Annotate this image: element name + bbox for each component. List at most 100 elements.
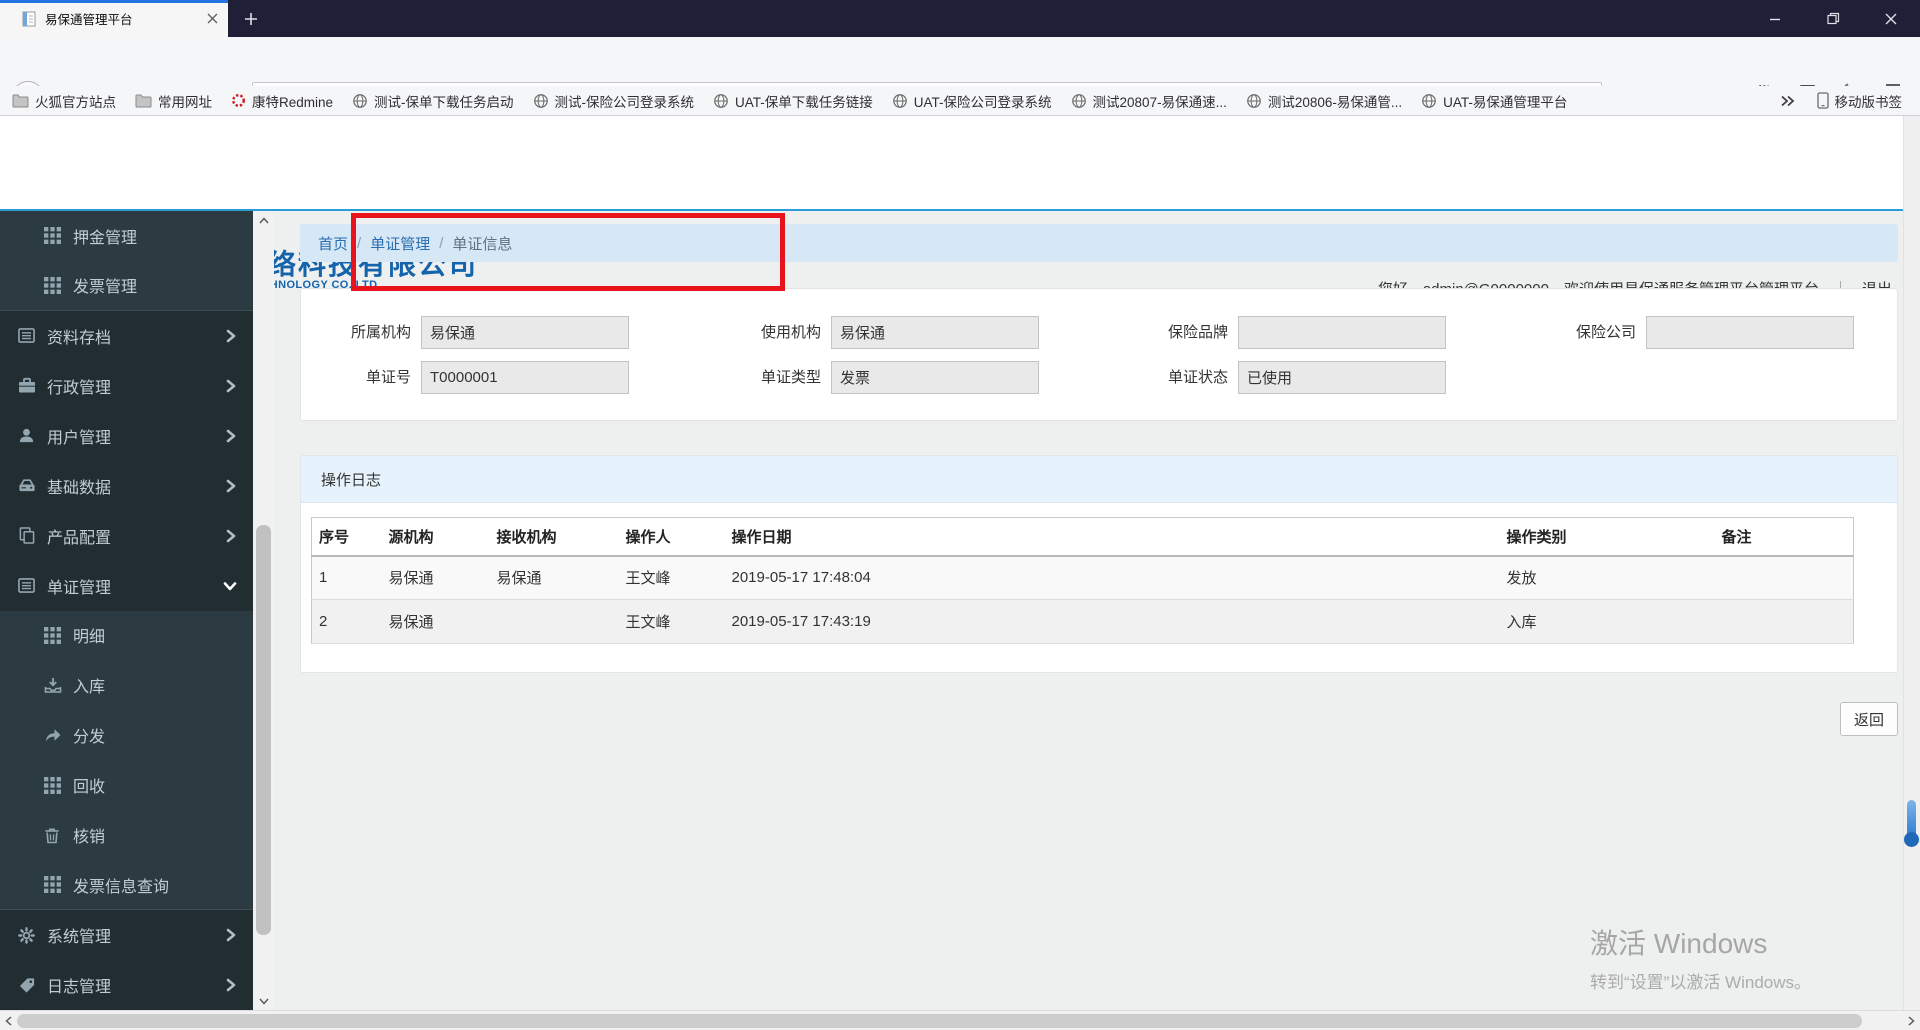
sidebar-item[interactable]: 核销 (0, 810, 253, 861)
sidebar-item[interactable]: 发票信息查询 (0, 860, 253, 911)
table-cell (489, 599, 619, 644)
sidebar-item-label: 系统管理 (47, 929, 112, 947)
table-header-cell: 操作日期 (724, 517, 1500, 557)
sidebar-item[interactable]: 资料存档 (0, 311, 253, 361)
scroll-left-icon[interactable] (0, 1011, 17, 1030)
field-label: 使用机构 (760, 324, 821, 341)
bookmark-mobile-bookmarks[interactable]: 移动版书签 (1816, 91, 1902, 111)
field-input[interactable] (1646, 316, 1854, 349)
bookmark-item[interactable]: UAT-保单下载任务链接 (713, 91, 873, 111)
chevron-right-icon (225, 479, 237, 493)
page-horizontal-scrollbar[interactable] (0, 1010, 1920, 1030)
tab-close-icon[interactable] (207, 13, 218, 24)
bookmark-item[interactable]: 测试-保险公司登录系统 (533, 91, 694, 111)
sidebar-item[interactable]: 明细 (0, 610, 253, 661)
browser-tab[interactable]: 易保通管理平台 (0, 0, 228, 37)
sidebar-item[interactable]: 单证管理 (0, 561, 253, 611)
windows-activation-watermark: 激活 Windows 转到“设置”以激活 Windows。 (1590, 922, 1811, 993)
grid-icon (44, 626, 64, 644)
table-row: 2 易保通 王文峰 2019-05-17 17:43:19 入库 (311, 599, 1854, 644)
window-controls (1746, 0, 1920, 37)
sidebar-item-label: 产品配置 (47, 529, 112, 547)
new-tab-button[interactable] (238, 6, 264, 32)
sidebar-item-label: 单证管理 (47, 579, 112, 597)
chevron-right-icon (225, 978, 237, 992)
bookmark-item[interactable]: 测试-保单下载任务启动 (352, 91, 514, 111)
table-cell: 易保通 (489, 555, 619, 600)
sidebar-item-label: 分发 (73, 729, 106, 747)
sidebar-item[interactable]: 押金管理 (0, 211, 253, 261)
database-icon (18, 477, 38, 494)
bookmark-item[interactable]: UAT-保险公司登录系统 (892, 91, 1052, 111)
table-cell (1714, 599, 1854, 644)
bookmark-item[interactable]: 测试20806-易保通管... (1246, 91, 1402, 111)
field-input[interactable] (421, 316, 629, 349)
form-row: 所属机构 使用机构 保险品牌 保险公司 (301, 316, 1897, 349)
grid-icon (44, 776, 64, 794)
table-cell: 王文峰 (618, 555, 725, 600)
operation-log-table: 序号 源机构 接收机构 操作人 操作日期 操作类别 备注 1 易保通 易保通 王文峰 2019-05-… (311, 517, 1854, 644)
sidebar-scrollbar-thumb[interactable] (256, 525, 271, 935)
sidebar-item[interactable]: 回收 (0, 760, 253, 811)
sidebar-item-label: 核销 (73, 829, 106, 847)
table-cell (1714, 555, 1854, 600)
chevron-right-icon (225, 379, 237, 393)
grid-icon (44, 227, 64, 245)
browser-toolbar: proxy1.countnet.cn:20807/Login/Main (0, 37, 1920, 115)
chevron-right-icon (225, 329, 237, 343)
sidebar-scrollbar[interactable] (253, 211, 274, 1010)
sidebar-item[interactable]: 行政管理 (0, 361, 253, 411)
sidebar-item[interactable]: 分发 (0, 710, 253, 761)
bookmark-item[interactable]: 火狐官方站点 (12, 91, 116, 111)
breadcrumb-link[interactable]: 单证管理 (370, 233, 430, 254)
sidebar-item-label: 入库 (73, 679, 106, 697)
back-to-list-button[interactable]: 返回 (1840, 702, 1898, 736)
table-cell: 发放 (1499, 555, 1715, 600)
scroll-right-icon[interactable] (1903, 1011, 1920, 1030)
table-row: 1 易保通 易保通 王文峰 2019-05-17 17:48:04 发放 (311, 555, 1854, 600)
sidebar-item-label: 回收 (73, 779, 106, 797)
table-header-cell: 操作人 (618, 517, 725, 557)
field-input[interactable] (1238, 316, 1446, 349)
bookmark-item[interactable]: 康特Redmine (231, 91, 333, 111)
sidebar-item[interactable]: 基础数据 (0, 461, 253, 511)
bookmark-label: UAT-保险公司登录系统 (913, 94, 1052, 110)
browser-titlebar: 易保通管理平台 (0, 0, 1920, 37)
sidebar-item[interactable]: 系统管理 (0, 910, 253, 960)
scroll-up-icon[interactable] (253, 211, 274, 229)
breadcrumb-link[interactable]: 首页 (318, 233, 348, 254)
breadcrumb-separator: / (357, 234, 362, 252)
globe-icon (533, 93, 549, 109)
detail-form-card: 所属机构 使用机构 保险品牌 保险公司单证号 单证类型 单证状态 (300, 288, 1898, 421)
window-close-button[interactable] (1862, 0, 1920, 37)
table-header-row: 序号 源机构 接收机构 操作人 操作日期 操作类别 备注 (311, 517, 1854, 557)
globe-icon (352, 93, 368, 109)
bookmarks-overflow-chevron-icon[interactable] (1780, 95, 1795, 107)
inbox-in-icon (44, 677, 64, 694)
bookmark-item[interactable]: 测试20807-易保通速... (1071, 91, 1227, 111)
page-vertical-scrollbar[interactable] (1903, 116, 1920, 1010)
folder-icon (12, 94, 29, 108)
field-input[interactable] (831, 316, 1039, 349)
phone-icon (1816, 92, 1829, 109)
files-icon (18, 527, 38, 544)
field-input[interactable] (831, 361, 1039, 394)
bookmark-item[interactable]: UAT-易保通管理平台 (1421, 91, 1567, 111)
bookmark-item[interactable]: 常用网址 (135, 91, 212, 111)
field-input[interactable] (1238, 361, 1446, 394)
sidebar-item[interactable]: 入库 (0, 660, 253, 711)
sidebar-item-label: 明细 (73, 629, 106, 647)
form-row: 单证号 单证类型 单证状态 (301, 361, 1897, 394)
window-restore-button[interactable] (1804, 0, 1862, 37)
horizontal-scrollbar-thumb[interactable] (17, 1014, 1862, 1028)
field-input[interactable] (421, 361, 629, 394)
sidebar-item[interactable]: 发票管理 (0, 260, 253, 311)
sidebar-item[interactable]: 用户管理 (0, 411, 253, 461)
screen: 易保通管理平台 火狐官方站点 常用网址 康特Redmine 测试-保单下载任务启… (0, 0, 1920, 1030)
scroll-down-icon[interactable] (253, 992, 274, 1010)
scroll-indicator-bulb (1904, 832, 1919, 847)
grid-icon (44, 276, 64, 294)
window-minimize-button[interactable] (1746, 0, 1804, 37)
sidebar-item[interactable]: 日志管理 (0, 960, 253, 1010)
sidebar-item[interactable]: 产品配置 (0, 511, 253, 561)
